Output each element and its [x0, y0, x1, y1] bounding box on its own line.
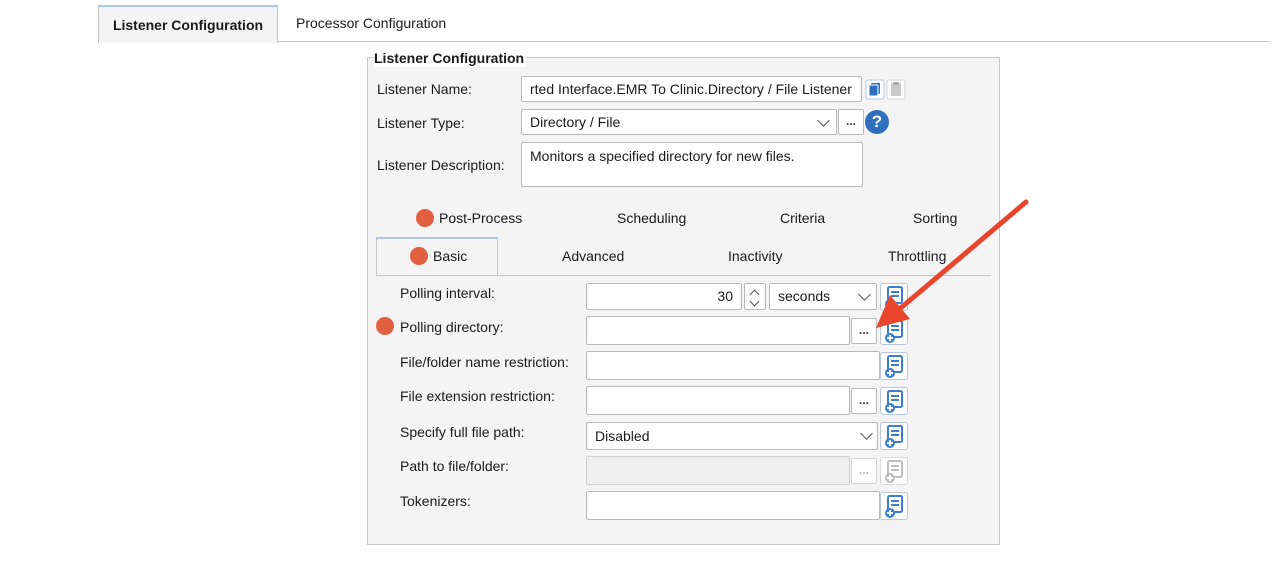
tab-inactivity[interactable]: Inactivity [728, 247, 782, 265]
tokenizers-label: Tokenizers: [400, 493, 471, 509]
listener-type-browse-button[interactable]: ... [838, 109, 864, 135]
full-path-select[interactable]: Disabled [586, 422, 878, 450]
name-restriction-label: File/folder name restriction: [400, 354, 569, 370]
polling-directory-input[interactable] [586, 316, 850, 345]
polling-directory-required-dot [376, 317, 394, 335]
tab-processor-configuration[interactable]: Processor Configuration [282, 5, 460, 42]
extension-restriction-label: File extension restriction: [400, 388, 555, 404]
listener-type-select[interactable]: Directory / File [521, 109, 837, 135]
group-title: Listener Configuration [374, 49, 527, 67]
name-restriction-input[interactable] [586, 351, 880, 380]
insert-variable-icon [885, 495, 903, 518]
path-label: Path to file/folder: [400, 458, 509, 474]
listener-type-label: Listener Type: [377, 115, 465, 131]
listener-name-field[interactable]: rted Interface.EMR To Clinic.Directory /… [521, 76, 862, 102]
full-path-label: Specify full file path: [400, 424, 525, 440]
insert-variable-button[interactable] [880, 387, 908, 415]
polling-interval-spinner[interactable] [744, 283, 766, 310]
path-browse-button: ... [851, 458, 877, 484]
tab-criteria[interactable]: Criteria [780, 209, 825, 227]
full-path-value: Disabled [595, 428, 650, 444]
listener-name-label: Listener Name: [377, 81, 472, 97]
path-input [586, 456, 850, 485]
copy-icon[interactable] [865, 78, 885, 100]
extension-restriction-input[interactable] [586, 386, 850, 415]
insert-variable-icon [885, 355, 903, 378]
insert-variable-button[interactable] [880, 422, 908, 450]
insert-variable-icon [885, 390, 903, 413]
listener-description-field[interactable]: Monitors a specified directory for new f… [521, 142, 863, 187]
help-icon[interactable]: ? [865, 110, 889, 134]
polling-directory-label: Polling directory: [400, 319, 504, 335]
tab-post-process[interactable]: Post-Process [439, 209, 522, 227]
tokenizers-input[interactable] [586, 491, 880, 520]
insert-variable-button[interactable] [880, 352, 908, 380]
listener-description-label: Listener Description: [377, 157, 505, 173]
spin-down-icon[interactable] [749, 296, 760, 307]
insert-variable-button-disabled [880, 457, 908, 485]
tab-basic-label: Basic [433, 248, 468, 264]
insert-variable-icon [885, 425, 903, 448]
tab-scheduling[interactable]: Scheduling [617, 209, 686, 227]
paste-icon[interactable] [886, 78, 906, 100]
post-process-required-dot [416, 209, 434, 227]
polling-interval-input[interactable]: 30 [586, 283, 742, 310]
annotation-arrow-icon [876, 199, 1029, 328]
tab-advanced[interactable]: Advanced [562, 247, 624, 265]
basic-required-dot [410, 247, 428, 265]
insert-variable-icon [885, 460, 903, 483]
insert-variable-button[interactable] [880, 492, 908, 520]
listener-type-value: Directory / File [530, 114, 621, 130]
polling-interval-label: Polling interval: [400, 285, 495, 301]
extension-restriction-browse-button[interactable]: ... [851, 388, 877, 414]
tab-listener-configuration[interactable]: Listener Configuration [98, 5, 278, 43]
polling-interval-unit-value: seconds [778, 288, 831, 304]
